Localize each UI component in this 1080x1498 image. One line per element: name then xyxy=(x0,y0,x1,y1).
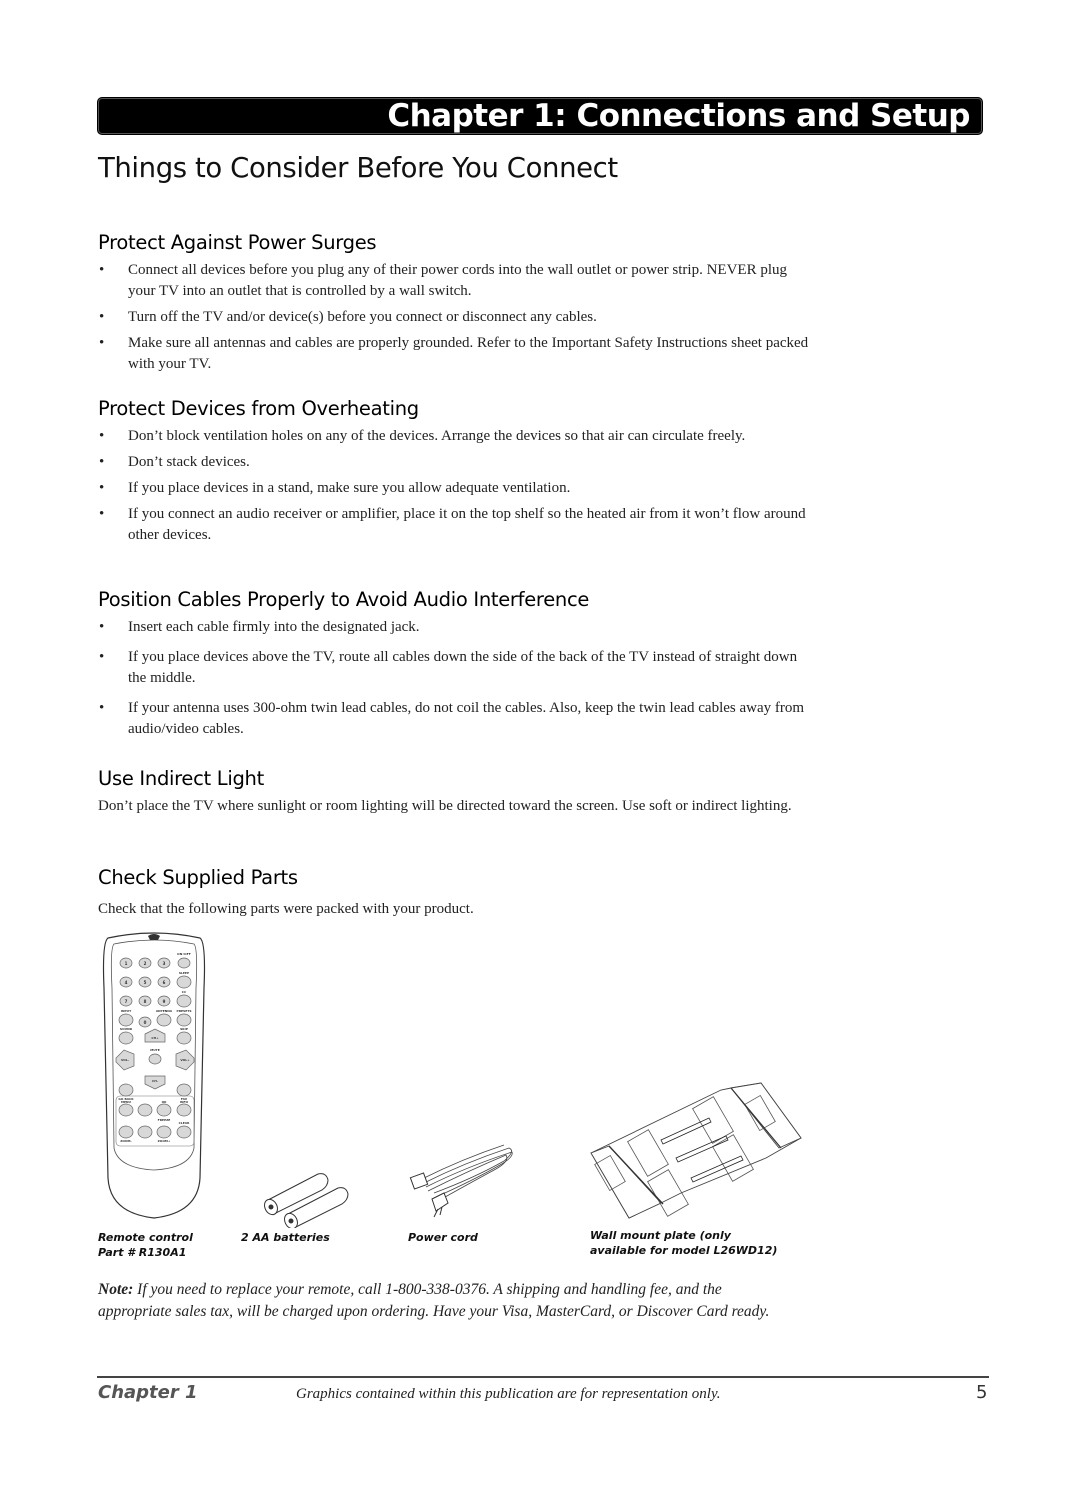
remote-label-skip: SKIP xyxy=(180,1027,189,1031)
remote-digit-3: 3 xyxy=(163,961,166,966)
list-item-text: Insert each cable firmly into the design… xyxy=(128,619,420,635)
remote-label-presets: PRESETS xyxy=(177,1009,192,1013)
page-title: Things to Consider Before You Connect xyxy=(98,152,618,184)
section-power-surges: Protect Against Power Surges • Connect al… xyxy=(98,231,818,380)
remote-digit-6: 6 xyxy=(163,980,166,985)
section-body: Check that the following parts were pack… xyxy=(98,901,474,917)
section-body: Don’t place the TV where sunlight or roo… xyxy=(98,798,792,814)
section-heading: Position Cables Properly to Avoid Audio … xyxy=(98,588,590,611)
batteries-illustration xyxy=(264,1173,349,1228)
list-item: • If your antenna uses 300-ohm twin lead … xyxy=(98,698,818,740)
remote-label-sound: SOUND xyxy=(120,1027,133,1031)
section-overheating: Protect Devices from Overheating • Don’t … xyxy=(98,397,818,551)
section-cable-positioning: Position Cables Properly to Avoid Audio … xyxy=(98,588,818,745)
remote-label-vol-up: VOL+ xyxy=(180,1058,190,1062)
list-item: • Don’t stack devices. xyxy=(98,452,818,473)
list-item: • Don’t block ventilation holes on any of… xyxy=(98,426,818,447)
remote-label-zoom-down: ZOOM- xyxy=(120,1139,132,1143)
list-item: • If you place devices in a stand, make s… xyxy=(98,478,818,499)
section-heading: Use Indirect Light xyxy=(98,767,264,790)
chapter-banner: Chapter 1: Connections and Setup xyxy=(97,97,983,135)
remote-control-illustration: 1 2 3 4 5 6 7 8 9 0 ON•OFF SLEEP CC INPU… xyxy=(102,932,206,1219)
bullet-icon: • xyxy=(99,619,105,635)
list-item: • Insert each cable firmly into the desig… xyxy=(98,617,818,638)
remote-control-caption: Remote control Part # R130A1 xyxy=(98,1230,193,1260)
remote-label-antenna: ANTENNA xyxy=(156,1009,173,1013)
bullet-list: • Don’t block ventilation holes on any of… xyxy=(98,426,818,546)
list-item-text: If you place devices in a stand, make su… xyxy=(128,480,571,496)
bullet-icon: • xyxy=(99,506,105,522)
caption-line: Wall mount plate (only xyxy=(590,1229,731,1242)
list-item-text: Turn off the TV and/or device(s) before … xyxy=(128,309,597,325)
remote-label-menu: MENU xyxy=(121,1100,132,1104)
list-item: • Connect all devices before you plug any… xyxy=(98,260,818,302)
list-item-text: Don’t stack devices. xyxy=(128,454,250,470)
remote-label-ch-up: CH+ xyxy=(151,1036,159,1040)
page-number: 5 xyxy=(976,1382,988,1403)
chapter-banner-title: Chapter 1: Connections and Setup xyxy=(387,98,970,134)
remote-label-ch-down: CH- xyxy=(152,1079,159,1083)
bullet-icon: • xyxy=(99,262,105,278)
power-cord-caption: Power cord xyxy=(408,1231,478,1244)
remote-label-vol-down: VOL- xyxy=(121,1058,130,1062)
note-label: Note: xyxy=(98,1281,134,1298)
footer-divider xyxy=(97,1376,989,1378)
remote-digit-7: 7 xyxy=(125,999,128,1004)
bullet-icon: • xyxy=(99,700,105,716)
section-heading: Protect Devices from Overheating xyxy=(98,397,419,420)
section-heading: Protect Against Power Surges xyxy=(98,231,377,254)
remote-label-sleep: SLEEP xyxy=(179,971,190,975)
bullet-list: • Connect all devices before you plug any… xyxy=(98,260,818,375)
remote-label-info: INFO xyxy=(180,1100,189,1104)
bullet-icon: • xyxy=(99,480,105,496)
supplied-parts-figure: 1 2 3 4 5 6 7 8 9 0 ON•OFF SLEEP CC INPU… xyxy=(96,928,836,1268)
list-item: • Make sure all antennas and cables are p… xyxy=(98,333,818,375)
section-indirect-light: Use Indirect Light Don’t place the TV wh… xyxy=(98,767,818,817)
footer-disclaimer: Graphics contained within this publicati… xyxy=(296,1386,721,1402)
list-item-text: If you connect an audio receiver or ampl… xyxy=(128,506,806,543)
list-item: • If you place devices above the TV, rout… xyxy=(98,647,818,689)
wall-mount-plate-illustration xyxy=(590,1082,802,1219)
list-item-text: If your antenna uses 300-ohm twin lead c… xyxy=(128,700,805,737)
remote-digit-9: 9 xyxy=(163,999,166,1004)
remote-label-ok: OK xyxy=(162,1100,168,1104)
remote-label-mute: MUTE xyxy=(150,1048,160,1052)
bullet-list: • Insert each cable firmly into the desig… xyxy=(98,617,818,740)
note-text: If you need to replace your remote, call… xyxy=(98,1281,770,1320)
remote-label-freeze: FREEZE xyxy=(158,1118,171,1122)
bullet-icon: • xyxy=(99,309,105,325)
section-heading: Check Supplied Parts xyxy=(98,866,298,889)
bullet-icon: • xyxy=(99,428,105,444)
remote-digit-1: 1 xyxy=(125,961,128,966)
remote-label-zoom-up: ZOOM+ xyxy=(158,1139,171,1143)
bullet-icon: • xyxy=(99,335,105,351)
list-item: • If you connect an audio receiver or amp… xyxy=(98,504,818,546)
remote-label-clear: CLEAR xyxy=(179,1121,190,1125)
caption-line: available for model L26WD12) xyxy=(590,1244,778,1257)
remote-label-input: INPUT xyxy=(121,1009,132,1013)
caption-line: Remote control xyxy=(98,1231,193,1244)
remote-label-on-off: ON•OFF xyxy=(177,952,191,956)
wall-mount-caption: Wall mount plate (only available for mod… xyxy=(590,1228,777,1258)
remote-digit-2: 2 xyxy=(144,961,147,966)
part-number: Part # R130A1 xyxy=(98,1246,187,1259)
section-supplied-parts: Check Supplied Parts Check that the foll… xyxy=(98,866,818,920)
footer-chapter-label: Chapter 1 xyxy=(98,1382,198,1403)
remote-digit-0: 0 xyxy=(144,1020,147,1025)
list-item-text: Don’t block ventilation holes on any of … xyxy=(128,428,746,444)
list-item-text: Make sure all antennas and cables are pr… xyxy=(128,335,809,372)
batteries-caption: 2 AA batteries xyxy=(241,1231,330,1244)
list-item-text: Connect all devices before you plug any … xyxy=(128,262,788,299)
replacement-remote-note: Note: If you need to replace your remote… xyxy=(98,1279,798,1323)
list-item: • Turn off the TV and/or device(s) before… xyxy=(98,307,818,328)
remote-digit-8: 8 xyxy=(144,999,147,1004)
bullet-icon: • xyxy=(99,454,105,470)
bullet-icon: • xyxy=(99,649,105,665)
power-cord-illustration xyxy=(409,1144,513,1218)
remote-digit-4: 4 xyxy=(125,980,128,985)
remote-digit-5: 5 xyxy=(144,980,147,985)
list-item-text: If you place devices above the TV, route… xyxy=(128,649,798,686)
